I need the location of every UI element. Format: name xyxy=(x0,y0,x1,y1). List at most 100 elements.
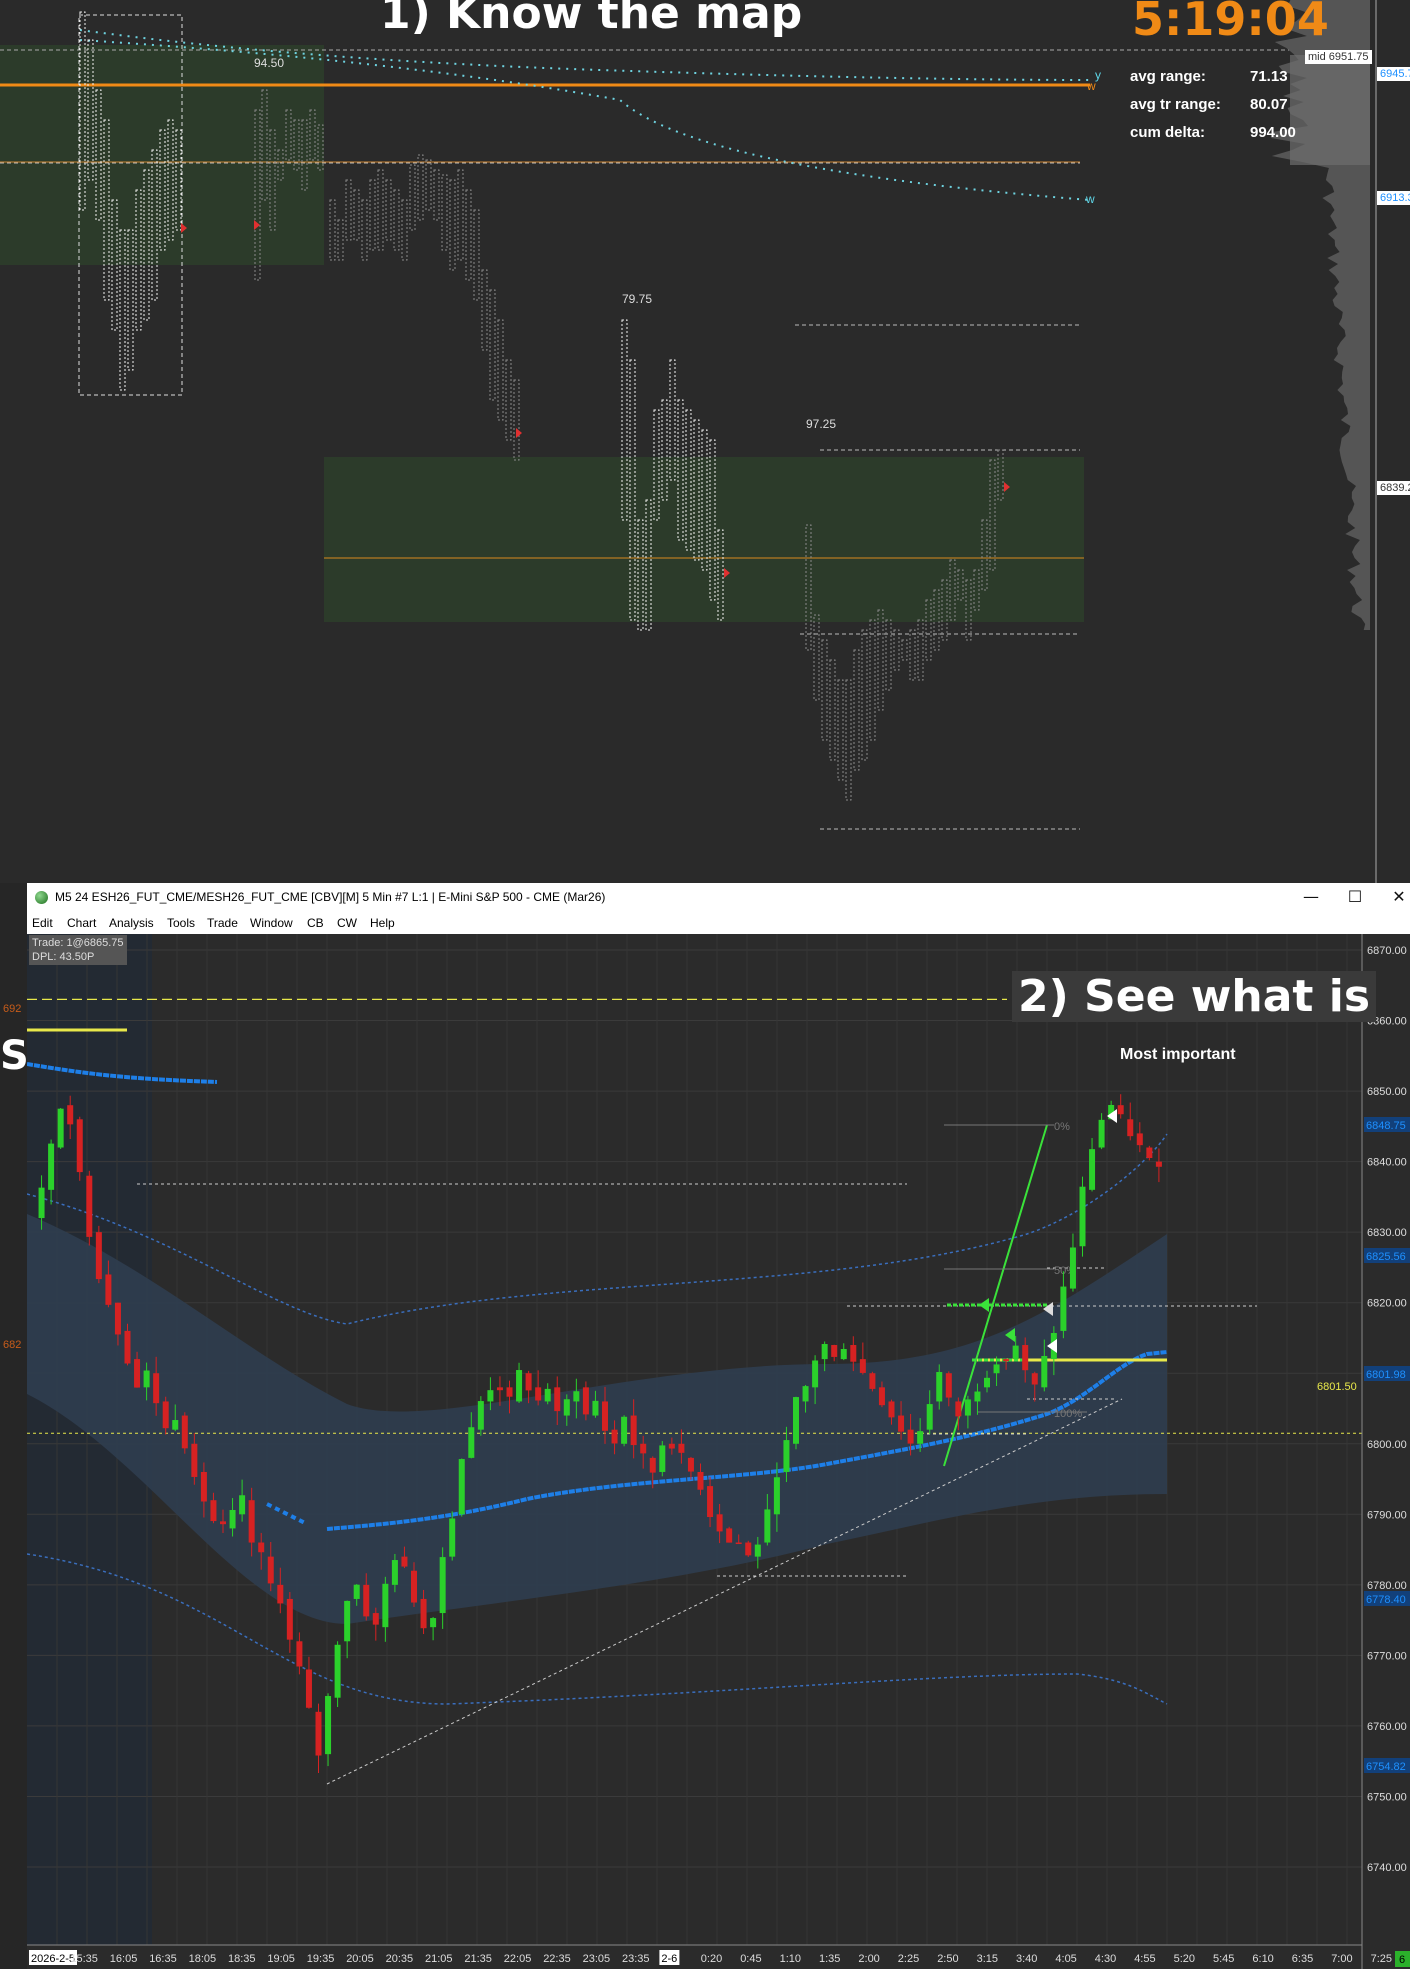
footprint-chart-panel[interactable]: 1) Know the map 5:19:04 avg range: 71.13… xyxy=(0,0,1410,883)
candle-body xyxy=(1127,1119,1134,1137)
left-fragment: Se xyxy=(0,1033,27,1079)
candle-body xyxy=(1136,1133,1143,1146)
annotation-label: 94.50 xyxy=(254,56,285,70)
candle-body xyxy=(907,1429,914,1444)
menu-help[interactable]: Help xyxy=(370,916,395,930)
chart-window[interactable]: M5 24 ESH26_FUT_CME/MESH26_FUT_CME [CBV]… xyxy=(0,883,1410,1969)
menu-edit[interactable]: Edit xyxy=(32,916,53,930)
time-axis-label: 22:05 xyxy=(504,1953,532,1965)
candle-body xyxy=(964,1399,971,1416)
candle-body xyxy=(57,1108,64,1148)
candle-body xyxy=(917,1431,924,1444)
candle-body xyxy=(86,1175,93,1237)
time-axis-label: 16:05 xyxy=(110,1953,138,1965)
price-axis-label: 6820.00 xyxy=(1367,1298,1407,1310)
time-axis-label: 2:25 xyxy=(898,1953,919,1965)
window-titlebar[interactable]: M5 24 ESH26_FUT_CME/MESH26_FUT_CME [CBV]… xyxy=(27,883,1410,912)
candle-body xyxy=(687,1457,694,1472)
candle-body xyxy=(659,1445,666,1472)
candle-body xyxy=(439,1557,446,1614)
candle-body xyxy=(630,1415,637,1446)
price-tag: 6825.56 xyxy=(1366,1251,1406,1263)
menu-trade[interactable]: Trade xyxy=(207,916,238,930)
footprint-column xyxy=(489,289,496,401)
candle-body xyxy=(344,1600,351,1642)
footprint-column xyxy=(813,614,820,701)
time-axis-label: 23:35 xyxy=(622,1953,650,1965)
candle-body xyxy=(649,1457,656,1473)
candle-body xyxy=(67,1105,74,1125)
candle-body xyxy=(153,1373,160,1404)
minimize-button[interactable]: — xyxy=(1297,887,1325,907)
candle-body xyxy=(1146,1147,1153,1159)
time-axis-label: 4:05 xyxy=(1055,1953,1076,1965)
maximize-button[interactable]: ☐ xyxy=(1341,887,1369,907)
time-axis-label: 22:35 xyxy=(543,1953,571,1965)
menu-window[interactable]: Window xyxy=(250,916,293,930)
footprint-column xyxy=(869,619,876,741)
candle-body xyxy=(621,1416,628,1444)
candle-body xyxy=(592,1400,599,1416)
candle-body xyxy=(143,1370,150,1388)
candle-body xyxy=(707,1486,714,1518)
candle-body xyxy=(554,1387,561,1412)
corner-badge-label: 6 xyxy=(1399,1954,1405,1966)
candle-body xyxy=(573,1391,580,1402)
price-tag: 6754.82 xyxy=(1366,1761,1406,1773)
trade-info-box: Trade: 1@6865.75 DPL: 43.50P xyxy=(29,935,127,965)
footprint-column xyxy=(337,219,344,261)
candle-body xyxy=(974,1391,981,1402)
menu-cb[interactable]: CB xyxy=(307,916,324,930)
time-axis-label: 0:45 xyxy=(740,1953,761,1965)
candle-body xyxy=(134,1359,141,1388)
left-price-tag: 682 xyxy=(3,1339,22,1351)
time-axis-label: 2-6 xyxy=(661,1953,677,1965)
menu-tools[interactable]: Tools xyxy=(167,916,195,930)
candle-body xyxy=(955,1401,962,1417)
candlestick-chart[interactable]: 6870.006860.006850.006840.006830.006820.… xyxy=(27,934,1410,1969)
close-button[interactable]: ✕ xyxy=(1385,887,1410,907)
candle-body xyxy=(773,1477,780,1515)
stat-label: avg tr range: xyxy=(1130,96,1221,113)
footprint-column xyxy=(401,199,408,261)
footprint-column xyxy=(853,649,860,771)
footprint-column xyxy=(917,619,924,681)
time-axis-label: 20:35 xyxy=(386,1953,414,1965)
candle-body xyxy=(812,1360,819,1388)
candle-body xyxy=(984,1377,990,1388)
price-tag: 6801.50 xyxy=(1317,1381,1357,1393)
footprint-column xyxy=(481,269,488,351)
dpl-info: DPL: 43.50P xyxy=(32,951,95,963)
candle-body xyxy=(640,1443,647,1454)
footprint-column xyxy=(457,169,464,261)
candle-body xyxy=(1069,1247,1076,1289)
price-tag: 6801.98 xyxy=(1366,1369,1406,1381)
candle-body xyxy=(802,1386,809,1402)
candle-body xyxy=(888,1401,895,1418)
candle-body xyxy=(487,1390,494,1402)
menu-chart[interactable]: Chart xyxy=(67,916,96,930)
candle-body xyxy=(239,1495,246,1515)
menu-analysis[interactable]: Analysis xyxy=(109,916,154,930)
candle-body xyxy=(582,1387,589,1415)
footprint-column xyxy=(353,189,360,241)
footprint-column xyxy=(441,174,448,251)
time-axis-label: 3:40 xyxy=(1016,1953,1037,1965)
candle-body xyxy=(95,1232,102,1280)
candle-body xyxy=(124,1330,131,1364)
candle-body xyxy=(353,1584,360,1599)
menu-cw[interactable]: CW xyxy=(337,916,357,930)
price-axis-label: 6800.00 xyxy=(1367,1439,1407,1451)
candle-body xyxy=(859,1359,866,1373)
footprint-column xyxy=(821,639,828,741)
candle-body xyxy=(1079,1186,1086,1247)
footprint-column xyxy=(893,629,900,671)
time-axis-label: 18:35 xyxy=(228,1953,256,1965)
time-axis-label: 2:50 xyxy=(937,1953,958,1965)
candle-body xyxy=(506,1387,513,1397)
candle-body xyxy=(430,1618,437,1628)
footprint-column xyxy=(393,189,400,251)
time-axis-label: 16:35 xyxy=(149,1953,177,1965)
price-axis-label: 6790.00 xyxy=(1367,1509,1407,1521)
candle-body xyxy=(535,1387,542,1401)
